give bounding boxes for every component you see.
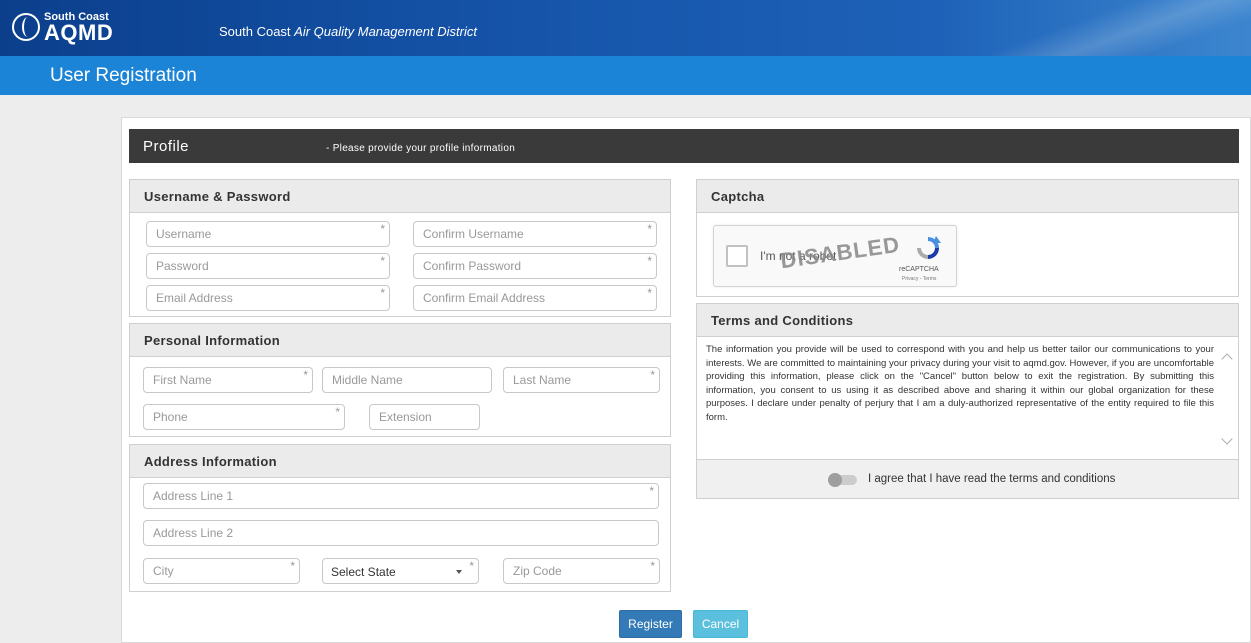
required-marker: *	[290, 559, 295, 573]
state-select-value: Select State	[331, 565, 396, 579]
address-line-2-field[interactable]	[143, 520, 659, 546]
zip-code-input[interactable]	[504, 559, 659, 583]
confirm-username-field[interactable]: *	[413, 221, 657, 247]
confirm-password-input[interactable]	[414, 254, 656, 278]
recaptcha-icon	[917, 236, 941, 259]
scroll-down-icon[interactable]	[1221, 433, 1233, 445]
terms-text: The information you provide will be used…	[706, 344, 1214, 423]
username-password-panel: Username & Password * * * * * *	[129, 179, 671, 317]
confirm-password-field[interactable]: *	[413, 253, 657, 279]
address-line-1-field[interactable]: *	[143, 483, 659, 509]
required-marker: *	[647, 254, 652, 268]
logo-emblem-icon	[12, 13, 40, 41]
middle-name-field[interactable]	[322, 367, 492, 393]
city-field[interactable]: *	[143, 558, 300, 584]
confirm-email-input[interactable]	[414, 286, 656, 310]
panel-header: Captcha	[697, 180, 1238, 213]
first-name-field[interactable]: *	[143, 367, 313, 393]
page-title: User Registration	[50, 65, 197, 86]
captcha-heading: Captcha	[711, 189, 765, 204]
address-information-panel: Address Information * * Select State * *	[129, 444, 671, 592]
phone-field[interactable]: *	[143, 404, 345, 430]
cancel-button[interactable]: Cancel	[693, 610, 748, 638]
panel-header: Username & Password	[130, 180, 670, 213]
agency-name-italic: Air Quality Management District	[294, 24, 477, 39]
address-line-2-input[interactable]	[144, 521, 658, 545]
username-field[interactable]: *	[146, 221, 390, 247]
captcha-panel: Captcha I'm not a robot DISABLED reCAPTC…	[696, 179, 1239, 297]
agency-name-plain: South Coast	[219, 24, 291, 39]
confirm-email-field[interactable]: *	[413, 285, 657, 311]
recaptcha-links[interactable]: Privacy - Terms	[902, 276, 936, 282]
panel-header: Personal Information	[130, 324, 670, 357]
site-header: South Coast AQMD South Coast Air Quality…	[0, 0, 1251, 56]
required-marker: *	[649, 484, 654, 498]
toggle-knob	[828, 473, 842, 487]
panel-header: Address Information	[130, 445, 670, 478]
address-line-1-input[interactable]	[144, 484, 658, 508]
required-marker: *	[469, 559, 474, 573]
required-marker: *	[650, 559, 655, 573]
username-input[interactable]	[147, 222, 389, 246]
extension-input[interactable]	[370, 405, 479, 429]
required-marker: *	[650, 368, 655, 382]
recaptcha-widget: I'm not a robot DISABLED reCAPTCHA Priva…	[713, 225, 957, 287]
phone-input[interactable]	[144, 405, 344, 429]
captcha-disabled-overlay: DISABLED	[778, 231, 902, 274]
confirm-username-input[interactable]	[414, 222, 656, 246]
last-name-field[interactable]: *	[503, 367, 660, 393]
profile-subtitle: - Please provide your profile informatio…	[326, 143, 516, 154]
logo-big-text: AQMD	[44, 20, 114, 45]
middle-name-input[interactable]	[323, 368, 491, 392]
scroll-up-icon[interactable]	[1221, 353, 1233, 365]
email-input[interactable]	[147, 286, 389, 310]
first-name-input[interactable]	[144, 368, 312, 392]
agree-toggle[interactable]	[828, 473, 857, 487]
recaptcha-checkbox[interactable]	[726, 245, 748, 267]
required-marker: *	[303, 368, 308, 382]
extension-field[interactable]	[369, 404, 480, 430]
terms-panel: Terms and Conditions The information you…	[696, 303, 1239, 499]
last-name-input[interactable]	[504, 368, 659, 392]
agency-name: South Coast Air Quality Management Distr…	[219, 24, 477, 39]
register-button[interactable]: Register	[619, 610, 682, 638]
required-marker: *	[380, 286, 385, 300]
required-marker: *	[380, 254, 385, 268]
city-input[interactable]	[144, 559, 299, 583]
chevron-down-icon	[456, 570, 462, 574]
zip-code-field[interactable]: *	[503, 558, 660, 584]
username-password-heading: Username & Password	[144, 189, 291, 204]
required-marker: *	[335, 405, 340, 419]
personal-information-heading: Personal Information	[144, 333, 281, 348]
password-field[interactable]: *	[146, 253, 390, 279]
required-marker: *	[380, 222, 385, 236]
page-title-bar: User Registration	[0, 56, 1251, 95]
state-select[interactable]: Select State *	[322, 558, 479, 584]
required-marker: *	[647, 222, 652, 236]
terms-scroll-area[interactable]: The information you provide will be used…	[697, 337, 1238, 460]
panel-header: Terms and Conditions	[697, 304, 1238, 337]
header-decoration	[991, 0, 1251, 56]
terms-heading: Terms and Conditions	[711, 313, 854, 328]
profile-title: Profile	[143, 138, 190, 155]
profile-bar: Profile - Please provide your profile in…	[129, 129, 1239, 163]
required-marker: *	[647, 286, 652, 300]
agree-label: I agree that I have read the terms and c…	[868, 473, 1116, 485]
personal-information-panel: Personal Information * * *	[129, 323, 671, 437]
terms-agree-row: I agree that I have read the terms and c…	[697, 460, 1238, 498]
email-field[interactable]: *	[146, 285, 390, 311]
recaptcha-brand: reCAPTCHA	[899, 266, 939, 273]
aqmd-logo[interactable]: South Coast AQMD	[12, 9, 122, 47]
password-input[interactable]	[147, 254, 389, 278]
address-information-heading: Address Information	[144, 454, 277, 469]
